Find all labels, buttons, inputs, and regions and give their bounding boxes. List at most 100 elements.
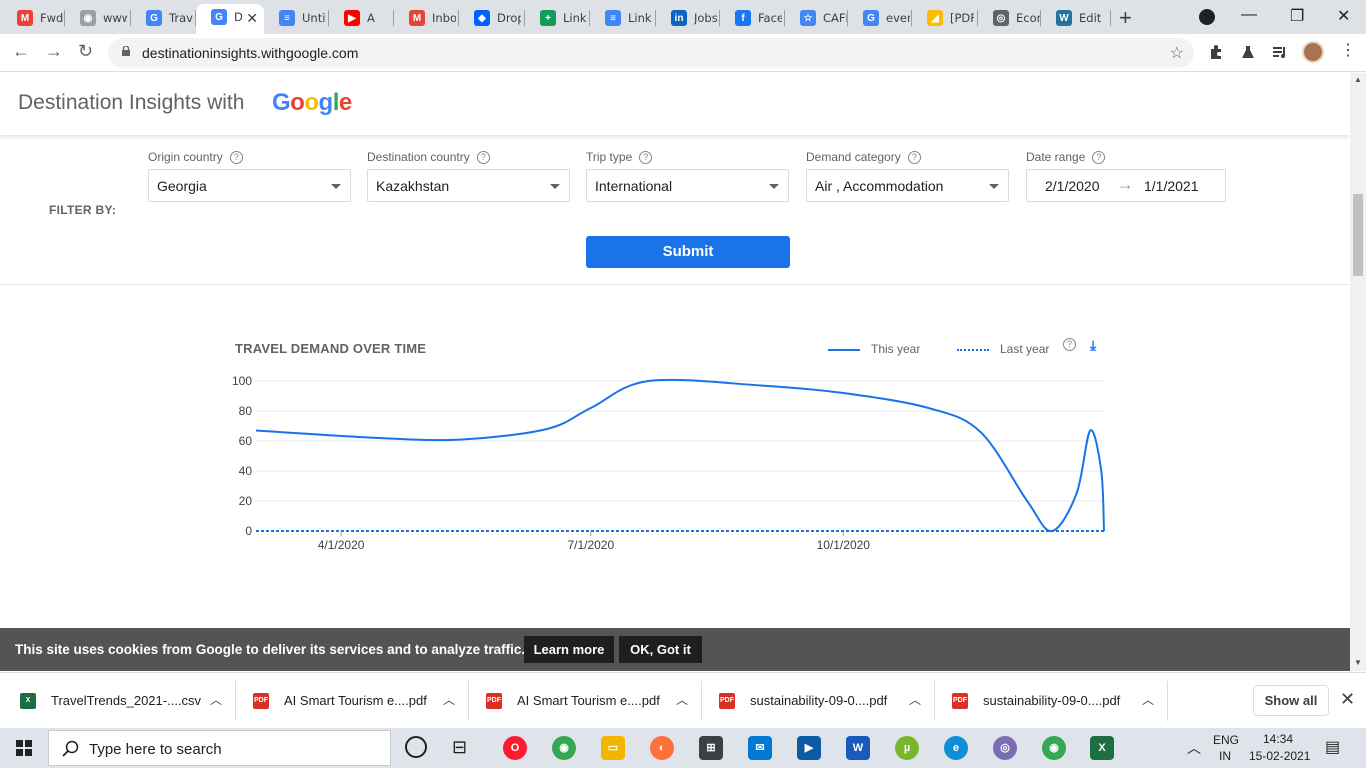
back-icon[interactable]: ← xyxy=(12,41,30,62)
tray-chevron-up-icon[interactable]: ︿ xyxy=(1187,738,1201,758)
opera-icon[interactable]: O xyxy=(503,736,527,760)
demand-category-label: Demand category? xyxy=(806,150,921,165)
help-icon[interactable]: ? xyxy=(907,151,921,165)
labs-flask-icon[interactable] xyxy=(1240,44,1256,60)
browser-tab[interactable]: ◎ Econ xyxy=(978,5,1041,30)
windows-start-icon[interactable] xyxy=(16,740,32,756)
tab-search-icon[interactable] xyxy=(1199,9,1215,25)
submit-button[interactable]: Submit xyxy=(586,236,790,268)
scroll-up-icon[interactable]: ▲ xyxy=(1354,75,1362,84)
scroll-down-icon[interactable]: ▼ xyxy=(1354,658,1362,667)
language-indicator[interactable]: ENG xyxy=(1213,733,1239,747)
origin-country-label-text: Origin country xyxy=(148,150,223,164)
utorrent-icon[interactable]: µ xyxy=(895,736,919,760)
page-scrollbar[interactable]: ▲ ▼ xyxy=(1350,73,1366,671)
browser-tab[interactable]: G Trave xyxy=(131,5,196,30)
media-player-icon[interactable]: ▶ xyxy=(797,736,821,760)
chevron-up-icon[interactable]: ︿ xyxy=(443,691,455,708)
task-view-icon[interactable]: ⊟ xyxy=(452,737,467,758)
close-icon[interactable]: ✕ xyxy=(1340,689,1355,710)
pdf-file-icon: PDF xyxy=(719,693,735,709)
browser-tab[interactable]: f Face xyxy=(720,5,785,30)
tab-favicon-icon: ◆ xyxy=(474,10,490,26)
new-tab-icon[interactable]: + xyxy=(1119,5,1132,31)
browser-tab[interactable]: + Links xyxy=(525,5,590,30)
browser-tab[interactable]: G D ✕ xyxy=(196,4,264,34)
browser-tab[interactable]: ≡ Links xyxy=(590,5,656,30)
ok-got-it-button[interactable]: OK, Got it xyxy=(619,636,702,663)
learn-more-button[interactable]: Learn more xyxy=(524,636,614,663)
help-icon[interactable]: ? xyxy=(1092,151,1106,165)
search-placeholder: Type here to search xyxy=(89,741,222,758)
tor-icon[interactable]: ◎ xyxy=(993,736,1017,760)
edge-icon[interactable]: e xyxy=(944,736,968,760)
minimize-icon[interactable]: — xyxy=(1241,6,1257,24)
date-start-value[interactable]: 2/1/2020 xyxy=(1045,178,1100,194)
browser-tab[interactable]: ◆ Drop xyxy=(459,5,525,30)
store-icon[interactable]: ⊞ xyxy=(699,736,723,760)
download-item[interactable]: PDF sustainability-09-0....pdf ︿ xyxy=(935,673,1168,729)
dropdown-caret-icon xyxy=(769,184,779,189)
trip-type-select[interactable]: International xyxy=(586,169,789,202)
forward-icon[interactable]: → xyxy=(45,41,63,62)
browser-tab[interactable]: ≡ Untit xyxy=(264,5,329,30)
browser-tab[interactable]: ▶ A xyxy=(329,5,394,30)
extensions-icon[interactable] xyxy=(1208,44,1224,60)
mail-icon[interactable]: ✉ xyxy=(748,736,772,760)
cortana-icon[interactable] xyxy=(405,736,427,758)
browser-tab[interactable]: ☆ CAFI xyxy=(785,5,848,30)
dropdown-caret-icon xyxy=(331,184,341,189)
destination-country-select[interactable]: Kazakhstan xyxy=(367,169,570,202)
help-icon[interactable]: ? xyxy=(639,151,653,165)
chrome-icon[interactable]: ◉ xyxy=(552,736,576,760)
taskbar-search-box[interactable]: Type here to search xyxy=(48,730,391,766)
chevron-up-icon[interactable]: ︿ xyxy=(210,691,222,708)
date-range-picker[interactable]: 2/1/2020 → 1/1/2021 xyxy=(1026,169,1226,202)
restore-icon[interactable]: ❐ xyxy=(1290,6,1304,26)
chevron-up-icon[interactable]: ︿ xyxy=(909,691,921,708)
date-end-value[interactable]: 1/1/2021 xyxy=(1144,178,1199,194)
download-item[interactable]: PDF AI Smart Tourism e....pdf ︿ xyxy=(236,673,469,729)
browser-tab[interactable]: M Fwd: xyxy=(2,5,65,30)
excel-icon[interactable]: X xyxy=(1090,736,1114,760)
profile-avatar[interactable] xyxy=(1302,41,1324,63)
help-icon[interactable]: ? xyxy=(476,151,490,165)
google-logo[interactable]: Google xyxy=(272,89,352,117)
scrollbar-thumb[interactable] xyxy=(1353,194,1363,276)
word-icon[interactable]: W xyxy=(846,736,870,760)
tab-title: CAFI xyxy=(823,11,847,25)
download-filename: TravelTrends_2021-....csv xyxy=(51,693,202,708)
browser-tab[interactable]: ◢ [PDF xyxy=(912,5,978,30)
window-close-icon[interactable]: ✕ xyxy=(1337,6,1350,26)
browser-tab[interactable]: Geven xyxy=(848,5,912,30)
download-item[interactable]: PDF sustainability-09-0....pdf ︿ xyxy=(702,673,935,729)
chevron-up-icon[interactable]: ︿ xyxy=(676,691,688,708)
demand-category-select[interactable]: Air , Accommodation xyxy=(806,169,1009,202)
clock-time[interactable]: 14:34 xyxy=(1263,732,1293,746)
media-control-icon[interactable] xyxy=(1272,44,1288,60)
chart-help-icon[interactable]: ? xyxy=(1063,338,1076,351)
show-all-button[interactable]: Show all xyxy=(1253,685,1329,716)
bookmark-star-icon[interactable]: ☆ xyxy=(1170,43,1184,63)
chevron-up-icon[interactable]: ︿ xyxy=(1142,691,1154,708)
tab-close-icon[interactable]: ✕ xyxy=(246,10,258,27)
help-icon[interactable]: ? xyxy=(229,151,243,165)
notifications-icon[interactable]: ▤ xyxy=(1325,737,1340,757)
browser-menu-icon[interactable]: ⋮ xyxy=(1340,40,1356,60)
chrome-profile-icon[interactable]: ◉ xyxy=(1042,736,1066,760)
address-bar[interactable]: destinationinsights.withgoogle.com ☆ xyxy=(108,38,1194,68)
clock-date[interactable]: 15-02-2021 xyxy=(1249,749,1310,763)
browser-tab-strip: MFwd:◉wwwGTraveGD✕≡Untit▶AMInbo◆Drop+Lin… xyxy=(0,0,1366,34)
reload-icon[interactable]: ↻ xyxy=(78,41,93,62)
region-indicator[interactable]: IN xyxy=(1219,749,1231,763)
download-icon[interactable]: ⤓ xyxy=(1090,337,1096,354)
origin-country-select[interactable]: Georgia xyxy=(148,169,351,202)
firefox-icon[interactable]: ◐ xyxy=(650,736,674,760)
file-explorer-icon[interactable]: ▭ xyxy=(601,736,625,760)
browser-tab[interactable]: ◉ www xyxy=(65,5,131,30)
browser-tab[interactable]: W Edit xyxy=(1041,5,1111,30)
browser-tab[interactable]: in Jobs xyxy=(656,5,720,30)
browser-tab[interactable]: M Inbo xyxy=(394,5,459,30)
download-item[interactable]: X TravelTrends_2021-....csv ︿ xyxy=(3,673,236,729)
download-item[interactable]: PDF AI Smart Tourism e....pdf ︿ xyxy=(469,673,702,729)
